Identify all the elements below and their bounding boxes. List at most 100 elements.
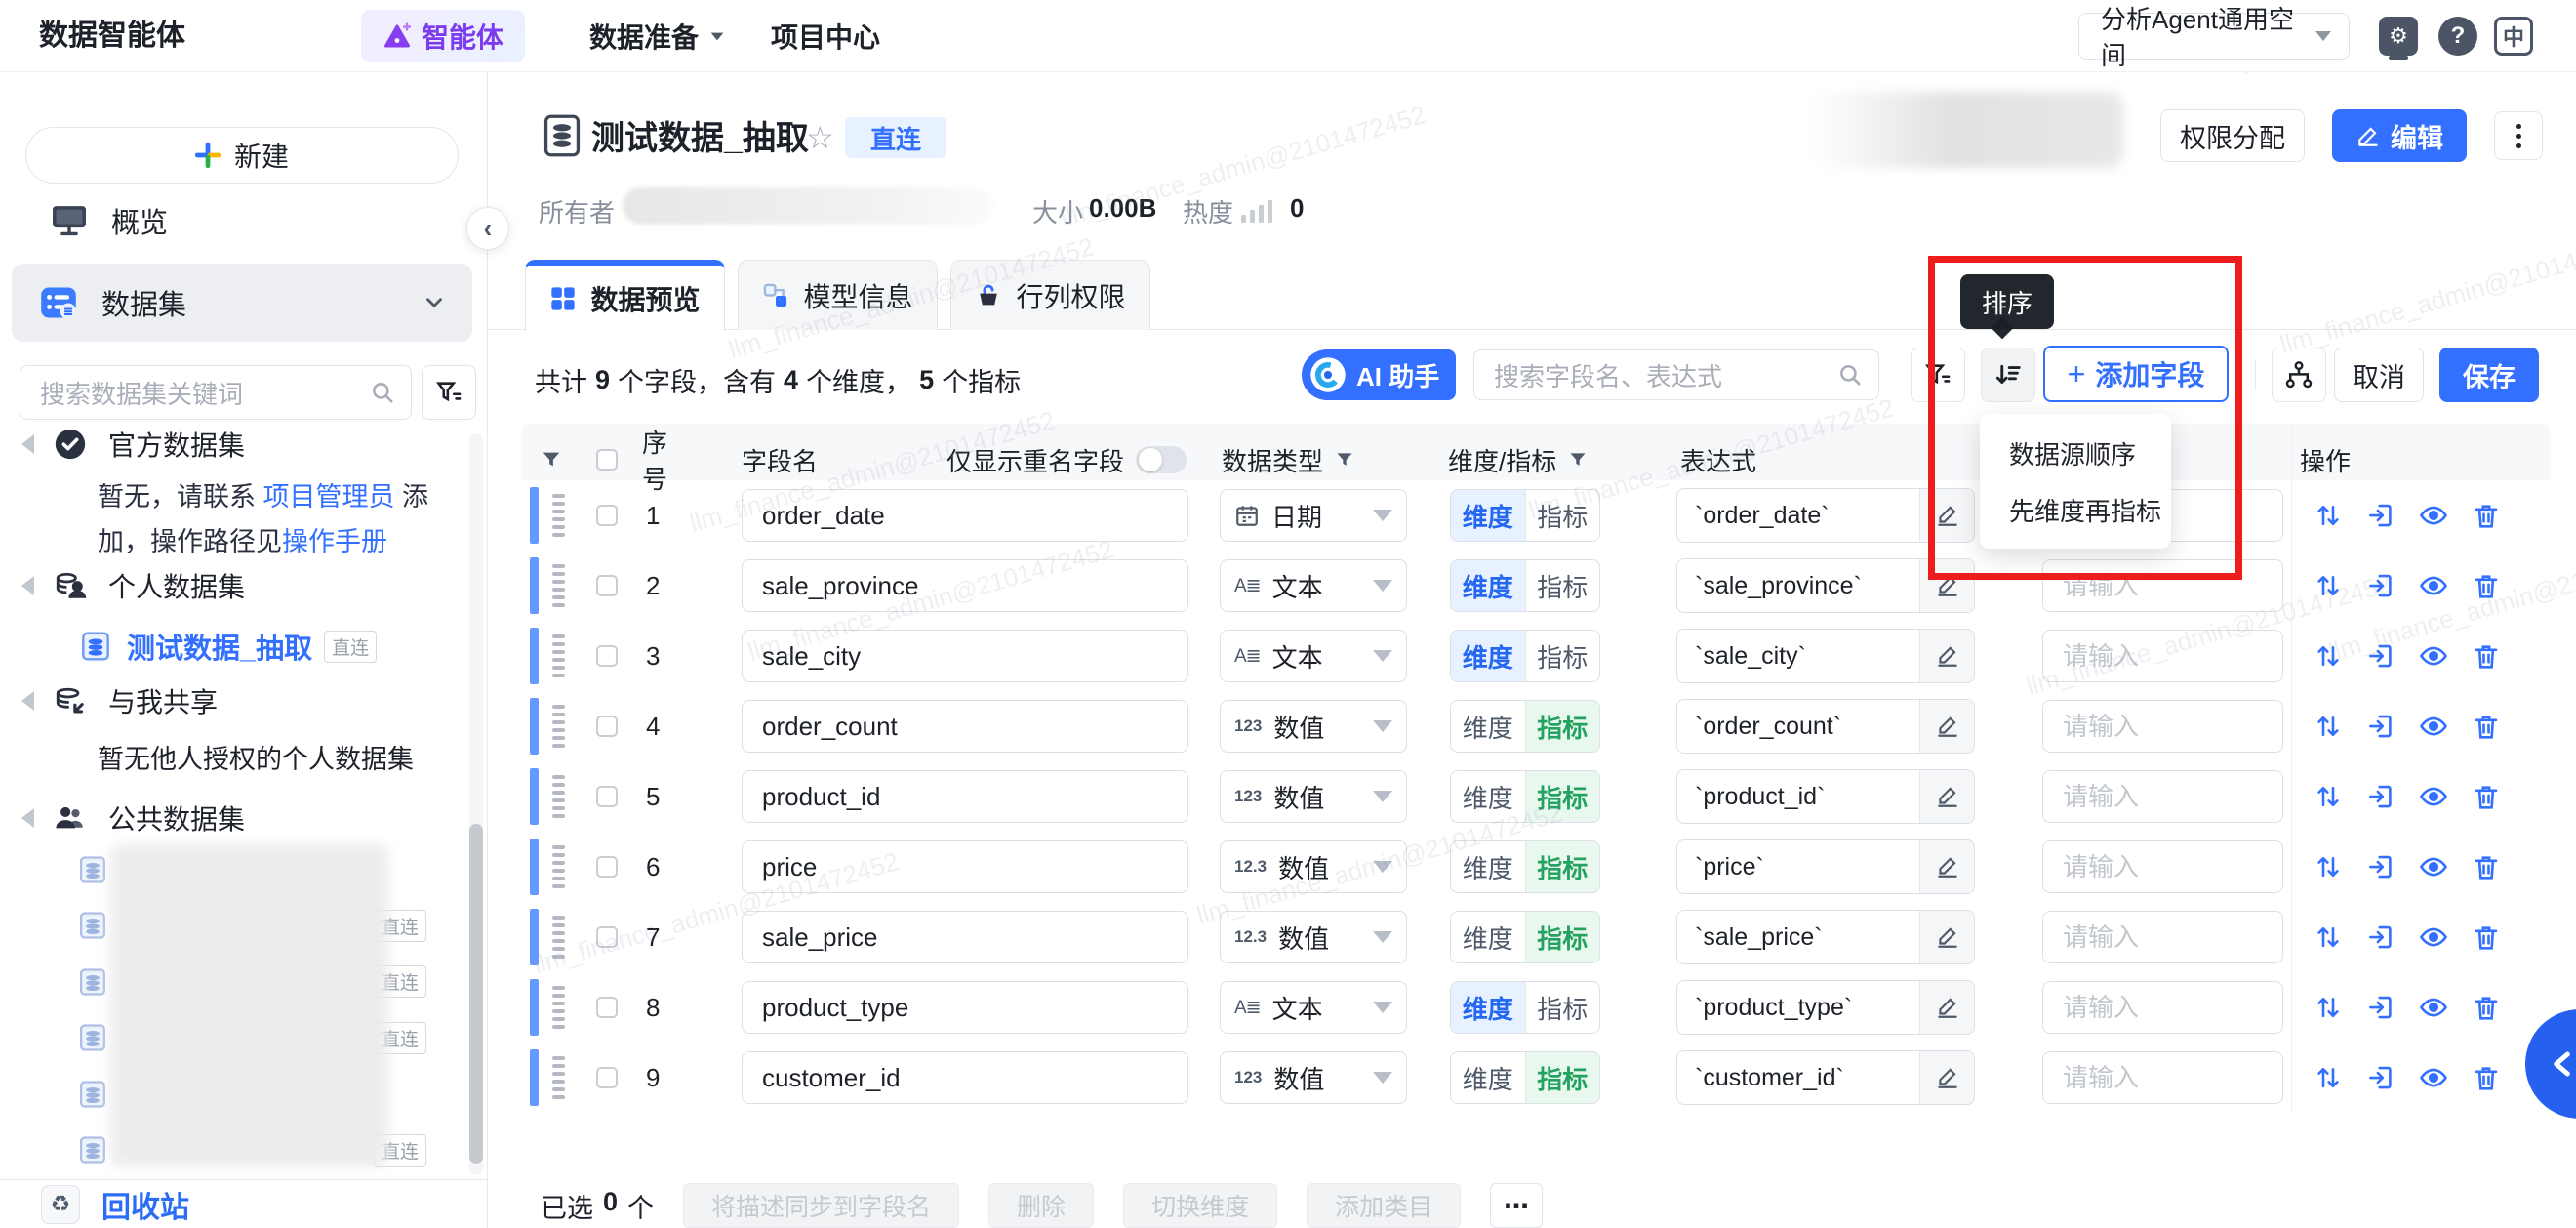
field-name-input[interactable] [742,981,1188,1034]
role-metric[interactable]: 指标 [1525,841,1600,892]
type-select[interactable]: A≣ 文本 [1220,981,1407,1034]
preview-field-button[interactable] [2419,852,2448,881]
insert-field-button[interactable] [2366,641,2395,671]
batch-button[interactable]: 添加类目 [1307,1183,1461,1228]
help-icon[interactable]: ? [2438,17,2477,56]
lineage-button[interactable] [2272,348,2326,402]
type-select[interactable]: 12.3 数值 [1220,911,1407,963]
insert-field-button[interactable] [2366,571,2395,600]
edit-expression-button[interactable] [1919,700,1974,753]
star-icon[interactable]: ☆ [806,119,834,156]
move-field-button[interactable] [2314,922,2343,952]
role-dimension[interactable]: 维度 [1451,631,1525,681]
role-metric[interactable]: 指标 [1525,701,1600,752]
description-input[interactable] [2042,1051,2283,1104]
preview-field-button[interactable] [2419,641,2448,671]
row-checkbox[interactable] [596,786,618,807]
delete-field-button[interactable] [2472,712,2501,741]
more-batch-actions-button[interactable]: ⋯ [1490,1183,1543,1228]
nav-project-center[interactable]: 项目中心 [771,0,880,72]
filter-icon[interactable] [1335,450,1354,470]
row-checkbox[interactable] [596,926,618,948]
insert-field-button[interactable] [2366,782,2395,811]
row-checkbox[interactable] [596,505,618,526]
type-select[interactable]: 12.3 数值 [1220,840,1407,893]
new-button[interactable]: 新建 [25,127,459,184]
field-search-input[interactable]: 搜索字段名、表达式 [1473,349,1879,400]
role-dimension[interactable]: 维度 [1451,841,1525,892]
delete-field-button[interactable] [2472,641,2501,671]
delete-field-button[interactable] [2472,782,2501,811]
move-field-button[interactable] [2314,641,2343,671]
sidebar-item-overview[interactable]: 概览 [0,189,487,252]
role-dimension[interactable]: 维度 [1451,771,1525,822]
role-metric[interactable]: 指标 [1525,771,1600,822]
role-metric[interactable]: 指标 [1525,912,1600,962]
sidebar-item-dataset[interactable]: 数据集 [12,264,472,342]
tab-data-preview[interactable]: 数据预览 [525,260,725,331]
batch-button[interactable]: 切换维度 [1123,1183,1277,1228]
role-dimension[interactable]: 维度 [1451,490,1525,541]
row-checkbox[interactable] [596,1067,618,1088]
tree-expand-icon[interactable] [21,576,34,595]
recycle-bin-row[interactable]: ♻ 回收站 [0,1179,487,1228]
preview-field-button[interactable] [2419,922,2448,952]
select-all-checkbox[interactable] [596,449,618,471]
drag-handle-icon[interactable] [552,1056,565,1099]
edit-expression-button[interactable] [1919,840,1974,893]
preview-field-button[interactable] [2419,1063,2448,1092]
role-dimension[interactable]: 维度 [1451,560,1525,611]
drag-handle-icon[interactable] [552,705,565,748]
role-dimension[interactable]: 维度 [1451,1052,1525,1103]
edit-expression-button[interactable] [1919,981,1974,1034]
role-metric[interactable]: 指标 [1525,631,1600,681]
delete-field-button[interactable] [2472,852,2501,881]
tree-group-public[interactable]: 公共数据集 [0,794,487,842]
row-checkbox[interactable] [596,716,618,737]
sidebar-collapse-button[interactable]: ‹ [466,207,509,250]
nav-agent[interactable]: 智能体 [361,10,525,62]
preview-field-button[interactable] [2419,501,2448,530]
tree-group-shared[interactable]: 与我共享 [0,676,487,725]
insert-field-button[interactable] [2366,501,2395,530]
role-metric[interactable]: 指标 [1525,560,1600,611]
edit-expression-button[interactable] [1919,630,1974,682]
cancel-button[interactable]: 取消 [2334,348,2424,402]
sidebar-scrollbar-thumb[interactable] [469,824,483,1164]
batch-button[interactable]: 删除 [988,1183,1094,1228]
move-field-button[interactable] [2314,501,2343,530]
description-input[interactable] [2042,700,2283,753]
dataset-search-input[interactable]: 搜索数据集关键词 [20,365,412,420]
description-input[interactable] [2042,840,2283,893]
description-input[interactable] [2042,981,2283,1034]
field-name-input[interactable] [742,770,1188,823]
filter-icon[interactable] [541,449,562,471]
type-select[interactable]: 123 数值 [1220,700,1407,753]
delete-field-button[interactable] [2472,1063,2501,1092]
drag-handle-icon[interactable] [552,986,565,1029]
delete-field-button[interactable] [2472,501,2501,530]
edit-button[interactable]: 编辑 [2332,109,2467,162]
tree-item-current-dataset[interactable]: 测试数据_抽取 直连 [0,622,487,671]
role-dimension[interactable]: 维度 [1451,912,1525,962]
move-field-button[interactable] [2314,571,2343,600]
row-checkbox[interactable] [596,856,618,878]
type-select[interactable]: 123 数值 [1220,1051,1407,1104]
workbench-icon[interactable]: ⚙ [2379,17,2418,56]
admin-link[interactable]: 项目管理员 [263,482,395,512]
edit-expression-button[interactable] [1919,770,1974,823]
language-icon[interactable]: 中 [2494,17,2533,56]
field-name-input[interactable] [742,489,1188,542]
row-checkbox[interactable] [596,575,618,596]
delete-field-button[interactable] [2472,993,2501,1022]
move-field-button[interactable] [2314,852,2343,881]
description-input[interactable] [2042,911,2283,963]
row-checkbox[interactable] [596,645,618,667]
ai-assistant-button[interactable]: AI 助手 [1302,349,1456,400]
tree-group-official[interactable]: 官方数据集 [0,420,487,469]
preview-field-button[interactable] [2419,782,2448,811]
role-dimension[interactable]: 维度 [1451,701,1525,752]
type-select[interactable]: 123 数值 [1220,770,1407,823]
drag-handle-icon[interactable] [552,775,565,818]
insert-field-button[interactable] [2366,852,2395,881]
